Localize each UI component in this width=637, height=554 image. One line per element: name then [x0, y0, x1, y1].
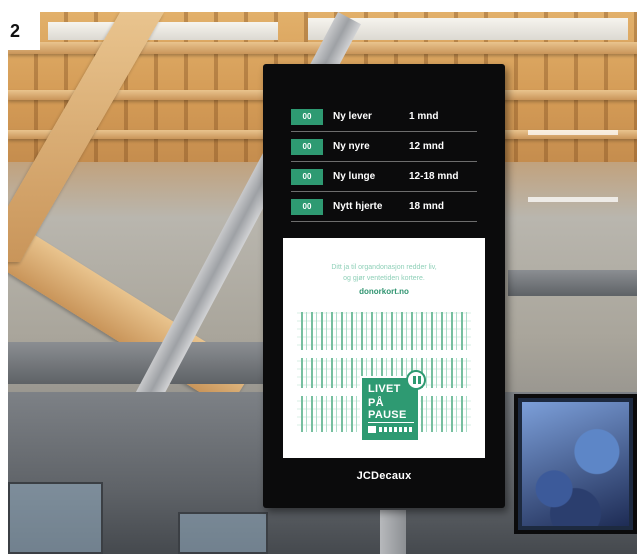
skylight: [48, 22, 278, 40]
list-item: 00 Ny nyre 12 mnd: [291, 132, 477, 162]
wait-time: 1 mnd: [409, 111, 439, 122]
ad-url: donorkort.no: [359, 287, 409, 296]
count-badge: 00: [291, 108, 323, 125]
ad-message: Ditt ja til organdonasjon redder liv, og…: [293, 262, 475, 284]
pause-icon: [406, 370, 426, 390]
organ-label: Ny nyre: [333, 141, 370, 152]
wait-time: 12 mnd: [409, 141, 445, 152]
window-frame: [8, 482, 103, 554]
donor-ad: Ditt ja til organdonasjon redder liv, og…: [283, 238, 485, 458]
ceiling-light: [528, 130, 618, 135]
screen-image: [522, 402, 629, 526]
waiting-list-table: 00 Ny lever 1 mnd 00 Ny nyre 12 mnd 00 N…: [291, 102, 477, 222]
wait-time: 12-18 mnd: [409, 171, 459, 182]
count-badge: 00: [291, 198, 323, 215]
secondary-screen: [514, 394, 637, 534]
count-badge: 00: [291, 168, 323, 185]
list-item: 00 Ny lever 1 mnd: [291, 102, 477, 132]
ceiling-light: [528, 197, 618, 202]
figure-number: 2: [0, 12, 40, 50]
organ-label: Nytt hjerte: [333, 201, 383, 212]
organ-label: Ny lunge: [333, 171, 376, 182]
sign-pole: [380, 510, 406, 554]
ad-message-line2: og gjør ventetiden kortere.: [343, 275, 425, 282]
campaign-title-line2: PÅ PAUSE: [368, 397, 407, 421]
campaign-title-line1: LIVET: [368, 383, 401, 395]
station-photo: 00 Ny lever 1 mnd 00 Ny nyre 12 mnd 00 N…: [8, 12, 637, 554]
sponsor-mark: [368, 422, 414, 434]
list-item: 00 Nytt hjerte 18 mnd: [291, 192, 477, 222]
ad-message-line1: Ditt ja til organdonasjon redder liv,: [331, 264, 437, 271]
campaign-logo: LIVET PÅ PAUSE: [360, 370, 426, 442]
steel-girder: [8, 342, 268, 384]
steel-girder: [508, 270, 637, 296]
count-badge: 00: [291, 138, 323, 155]
brand-logo: JCDecaux: [356, 470, 412, 482]
crowd-divider: [297, 350, 471, 358]
window-frame: [178, 512, 268, 554]
list-item: 00 Ny lunge 12-18 mnd: [291, 162, 477, 192]
wait-time: 18 mnd: [409, 201, 445, 212]
organ-label: Ny lever: [333, 111, 372, 122]
digital-sign: 00 Ny lever 1 mnd 00 Ny nyre 12 mnd 00 N…: [263, 64, 505, 508]
